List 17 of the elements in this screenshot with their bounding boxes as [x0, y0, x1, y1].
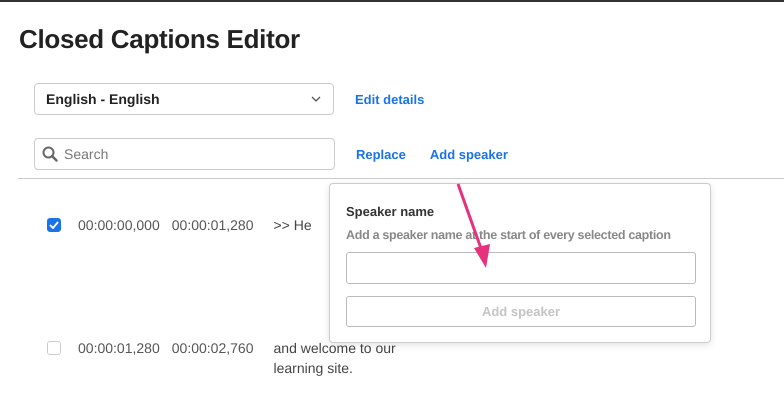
edit-details-link[interactable]: Edit details — [355, 92, 424, 106]
caption-text: and welcome to our learning site. — [274, 339, 397, 378]
page-title: Closed Captions Editor — [18, 23, 301, 55]
start-time: 00:00:00,000 — [78, 216, 160, 234]
end-time: 00:00:02,760 — [172, 339, 254, 357]
caption-checkbox[interactable] — [47, 218, 61, 232]
speaker-name-field[interactable] — [346, 252, 696, 284]
search-field[interactable]: Search — [34, 138, 335, 170]
end-time: 00:00:01,280 — [172, 216, 254, 234]
action-link[interactable]: Replace — [356, 146, 406, 162]
caption-checkbox[interactable] — [47, 341, 61, 355]
action-link[interactable]: Add speaker — [430, 146, 508, 162]
speaker-name-label: Speaker name — [346, 204, 436, 219]
caption-text: >> He — [274, 216, 312, 235]
start-time: 00:00:01,280 — [78, 339, 160, 357]
language-dropdown[interactable]: English - English — [34, 83, 334, 115]
chevron-down-icon — [311, 96, 321, 102]
